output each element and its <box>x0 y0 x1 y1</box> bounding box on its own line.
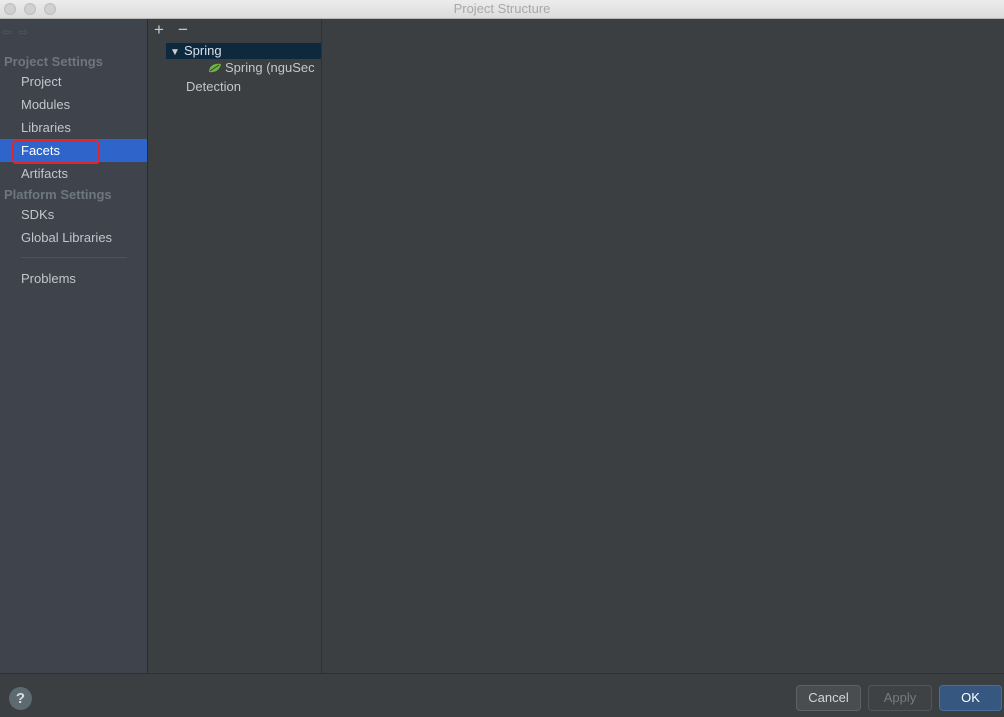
tree-node-spring-facet[interactable]: Spring (nguSec <box>208 60 321 76</box>
window-titlebar: Project Structure <box>0 0 1004 19</box>
project-settings-header: Project Settings <box>4 54 103 69</box>
spring-leaf-icon <box>209 63 221 73</box>
expand-arrow-icon[interactable]: ▼ <box>166 45 184 59</box>
tree-node-spring[interactable]: ▼ Spring <box>166 43 321 59</box>
forward-arrow-icon[interactable]: ⇨ <box>18 25 34 39</box>
facets-tree-panel: + − ▼ Spring Spring (nguSec Detection <box>148 19 322 673</box>
platform-settings-header: Platform Settings <box>4 187 112 202</box>
help-icon[interactable]: ? <box>9 687 32 710</box>
facets-annotation-box <box>12 140 100 164</box>
sidebar-item-libraries[interactable]: Libraries <box>0 116 147 139</box>
ok-button[interactable]: OK <box>939 685 1002 711</box>
history-navigation: ⇦⇨ <box>2 25 34 39</box>
cancel-button[interactable]: Cancel <box>796 685 861 711</box>
tree-node-label: Spring (nguSec <box>225 60 315 75</box>
sidebar-item-sdks[interactable]: SDKs <box>0 203 147 226</box>
window-title: Project Structure <box>453 1 551 16</box>
facet-details-panel <box>322 19 1004 673</box>
sidebar-item-problems[interactable]: Problems <box>0 267 147 290</box>
settings-sidebar: ⇦⇨ Project Settings Project Modules Libr… <box>0 19 148 673</box>
back-arrow-icon[interactable]: ⇦ <box>2 25 18 39</box>
sidebar-item-modules[interactable]: Modules <box>0 93 147 116</box>
sidebar-divider <box>21 257 127 258</box>
sidebar-item-global-libraries[interactable]: Global Libraries <box>0 226 147 249</box>
apply-button[interactable]: Apply <box>868 685 932 711</box>
tree-node-label: Spring <box>184 43 222 58</box>
add-facet-icon[interactable]: + <box>154 20 164 40</box>
sidebar-item-artifacts[interactable]: Artifacts <box>0 162 147 185</box>
remove-facet-icon[interactable]: − <box>178 20 188 40</box>
tree-node-detection[interactable]: Detection <box>186 79 241 95</box>
dialog-footer: ? Cancel Apply OK <box>0 673 1004 717</box>
sidebar-item-project[interactable]: Project <box>0 70 147 93</box>
